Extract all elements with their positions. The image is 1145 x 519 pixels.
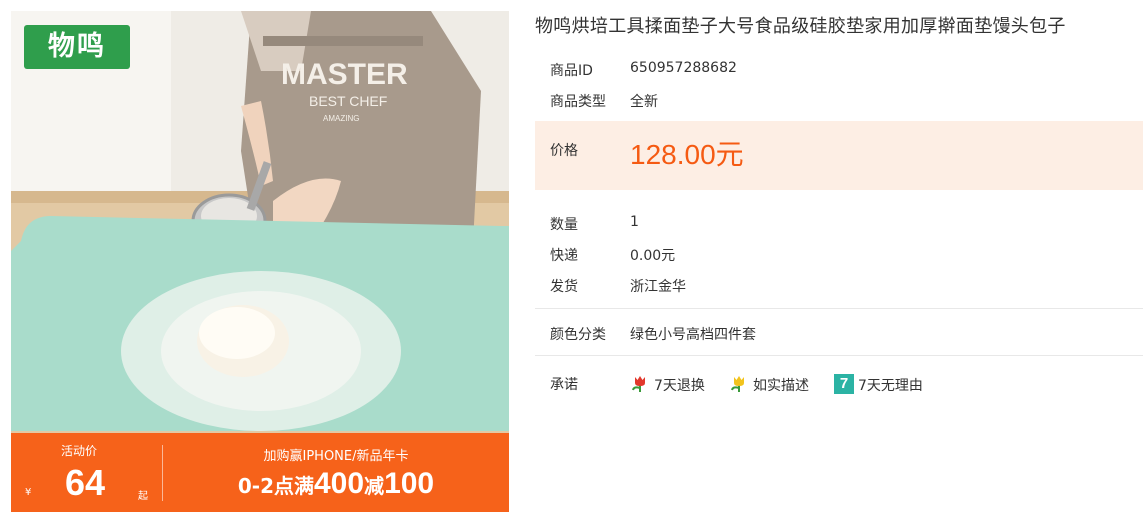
promo-deal-amount-1: 400 bbox=[314, 467, 365, 500]
promo-deal-block: 加购赢IPHONE/新品年卡 0-2点满400减100 bbox=[163, 433, 509, 512]
origin-label: 发货 bbox=[550, 279, 578, 295]
product-id-value: 650957288682 bbox=[630, 60, 737, 76]
section-divider bbox=[535, 308, 1143, 309]
apron-title-text: MASTER bbox=[281, 58, 408, 91]
apron-small-text: AMAZING bbox=[323, 114, 359, 123]
color-option[interactable]: 绿色小号高档四件套 bbox=[630, 324, 756, 344]
tulip-icon-red bbox=[632, 376, 645, 392]
apron-subtitle-text: BEST CHEF bbox=[309, 93, 387, 109]
promise-text: 7天无理由 bbox=[858, 378, 923, 394]
promise-text: 7天退换 bbox=[654, 378, 705, 394]
shipping-value: 0.00元 bbox=[630, 248, 676, 264]
promo-price-suffix: 起 bbox=[138, 491, 148, 502]
promise-text: 如实描述 bbox=[753, 378, 809, 394]
color-label: 颜色分类 bbox=[550, 327, 606, 343]
promo-label: 活动价 bbox=[61, 444, 98, 458]
product-id-label: 商品ID bbox=[550, 63, 593, 79]
product-title: 物鸣烘培工具揉面垫子大号食品级硅胶垫家用加厚擀面垫馒头包子 bbox=[535, 16, 1066, 37]
product-type-label: 商品类型 bbox=[550, 94, 606, 110]
quantity-label: 数量 bbox=[550, 217, 578, 233]
price-value: 128.00元 bbox=[630, 139, 744, 170]
promise-label: 承诺 bbox=[550, 377, 578, 393]
promo-price: 64 bbox=[65, 462, 106, 503]
promo-price-block: 活动价 ¥ 64 起 bbox=[11, 433, 161, 512]
price-box: 价格 128.00元 bbox=[535, 121, 1143, 190]
promo-deal-amount-2: 100 bbox=[384, 467, 435, 500]
product-type-value: 全新 bbox=[630, 94, 658, 110]
origin-value: 浙江金华 bbox=[630, 279, 686, 295]
shipping-label: 快递 bbox=[550, 248, 578, 264]
promo-deal-prefix: 0-2点满 bbox=[237, 474, 314, 498]
promo-headline: 加购赢IPHONE/新品年卡 bbox=[263, 449, 409, 464]
promo-deal-mid: 减 bbox=[364, 474, 385, 498]
promo-currency: ¥ bbox=[25, 487, 32, 498]
product-image[interactable]: MASTER BEST CHEF AMAZING 物鸣 活动价 ¥ 64 起 加… bbox=[11, 11, 509, 512]
promo-banner[interactable]: 活动价 ¥ 64 起 加购赢IPHONE/新品年卡 0-2点满400减100 bbox=[11, 433, 509, 512]
promo-deal-text: 0-2点满400减100 bbox=[163, 467, 509, 501]
seven-day-icon: 7 bbox=[834, 374, 854, 394]
brand-logo: 物鸣 bbox=[24, 25, 130, 69]
quantity-value: 1 bbox=[630, 214, 639, 230]
section-divider bbox=[535, 355, 1143, 356]
price-label: 价格 bbox=[550, 143, 578, 159]
tulip-icon-yellow bbox=[731, 376, 744, 392]
